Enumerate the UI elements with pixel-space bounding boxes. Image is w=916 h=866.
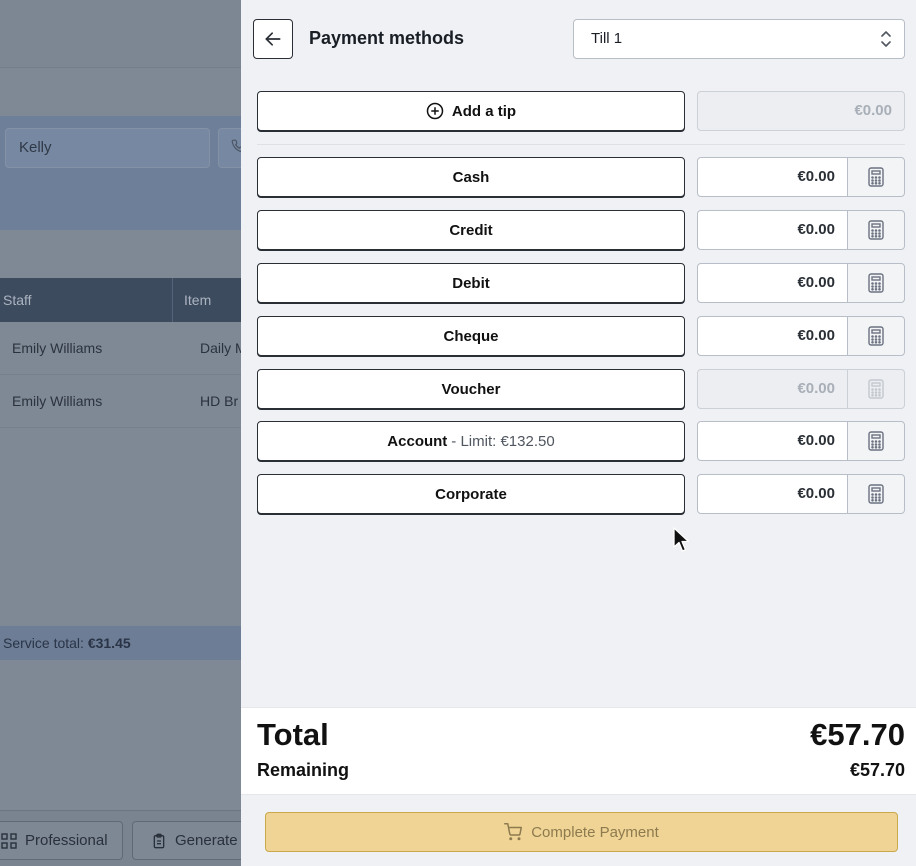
account-calculator-button[interactable] — [847, 421, 905, 461]
bg-table-row: Emily Williams HD Br — [0, 375, 241, 428]
bg-row-staff: Emily Williams — [12, 340, 103, 356]
bg-row-item: HD Br — [200, 393, 239, 409]
bg-row-staff: Emily Williams — [12, 393, 103, 409]
add-tip-label: Add a tip — [451, 102, 517, 120]
cheque-calculator-button[interactable] — [847, 316, 905, 356]
grid-icon — [1, 832, 17, 849]
payment-method-label: Debit — [452, 274, 490, 292]
payment-method-cash-button[interactable]: Cash — [257, 157, 685, 197]
back-button[interactable] — [253, 19, 293, 59]
bg-table-row: Emily Williams Daily M — [0, 322, 241, 375]
add-tip-button[interactable]: Add a tip — [257, 91, 685, 131]
payment-method-label: Corporate — [435, 485, 507, 503]
calculator-icon — [868, 167, 884, 187]
calculator-icon — [868, 379, 884, 399]
corporate-amount-field[interactable]: €0.00 — [697, 474, 848, 514]
bg-service-total-label: Service total: — [3, 635, 84, 651]
total-label: Total — [257, 717, 329, 752]
plus-circle-icon — [426, 102, 444, 120]
calculator-icon — [868, 273, 884, 293]
complete-payment-button[interactable]: Complete Payment — [265, 812, 898, 852]
calculator-icon — [868, 431, 884, 451]
background-app: Kelly Staff Item Emily Williams Daily M … — [0, 0, 241, 866]
divider — [257, 144, 905, 145]
bg-header-item: Item — [184, 292, 212, 308]
payment-method-account-button[interactable]: Account - Limit: €132.50 — [257, 421, 685, 461]
payment-method-label: Cash — [452, 168, 490, 186]
bg-service-total-value: €31.45 — [87, 635, 131, 651]
cash-amount-field[interactable]: €0.00 — [697, 157, 848, 197]
payment-method-label: Account — [387, 432, 448, 450]
calculator-icon — [868, 326, 884, 346]
calculator-icon — [868, 484, 884, 504]
calculator-icon — [868, 220, 884, 240]
account-limit-text: - Limit: €132.50 — [451, 432, 555, 450]
tip-amount-field: €0.00 — [697, 91, 905, 131]
cheque-amount-field[interactable]: €0.00 — [697, 316, 848, 356]
credit-calculator-button[interactable] — [847, 210, 905, 250]
bg-phone-field — [218, 128, 241, 168]
bg-professional-label: Professional — [25, 832, 108, 849]
total-value: €57.70 — [810, 717, 905, 752]
bg-header-staff: Staff — [3, 292, 32, 308]
till-select-value: Till 1 — [591, 30, 623, 47]
bg-header-divider — [172, 278, 173, 322]
cash-calculator-button[interactable] — [847, 157, 905, 197]
bg-generate-button: Generate — [132, 821, 241, 860]
clipboard-icon — [153, 833, 165, 848]
payment-method-corporate-button[interactable]: Corporate — [257, 474, 685, 514]
remaining-label: Remaining — [257, 760, 350, 780]
payment-method-credit-button[interactable]: Credit — [257, 210, 685, 250]
debit-calculator-button[interactable] — [847, 263, 905, 303]
bg-customer-name-field: Kelly — [5, 128, 210, 168]
bg-generate-label: Generate — [175, 832, 238, 849]
bg-row-item: Daily M — [200, 340, 241, 356]
payment-method-cheque-button[interactable]: Cheque — [257, 316, 685, 356]
account-amount-field[interactable]: €0.00 — [697, 421, 848, 461]
totals-section: Total €57.70 Remaining €57.70 — [241, 707, 916, 795]
payment-method-debit-button[interactable]: Debit — [257, 263, 685, 303]
voucher-amount-field: €0.00 — [697, 369, 848, 409]
complete-payment-label: Complete Payment — [531, 823, 659, 841]
chevron-up-down-icon — [881, 31, 891, 47]
page-title: Payment methods — [309, 28, 465, 48]
till-select[interactable]: Till 1 — [573, 19, 905, 59]
payment-method-label: Credit — [449, 221, 493, 239]
bg-top-bar — [0, 0, 241, 68]
payment-method-voucher-button[interactable]: Voucher — [257, 369, 685, 409]
phone-icon — [231, 139, 241, 153]
bg-table-header: Staff Item — [0, 278, 241, 322]
cart-icon — [504, 823, 523, 841]
voucher-calculator-button — [847, 369, 905, 409]
payment-panel: Payment methods Till 1 Add a tip €0.00 C… — [241, 0, 916, 866]
credit-amount-field[interactable]: €0.00 — [697, 210, 848, 250]
corporate-calculator-button[interactable] — [847, 474, 905, 514]
bg-professional-button: Professional — [0, 821, 123, 860]
payment-method-label: Voucher — [441, 380, 501, 398]
remaining-value: €57.70 — [849, 760, 905, 780]
debit-amount-field[interactable]: €0.00 — [697, 263, 848, 303]
arrow-left-icon — [265, 32, 281, 46]
bg-service-total: Service total: €31.45 — [0, 626, 241, 660]
mouse-cursor-icon — [673, 527, 690, 552]
payment-method-label: Cheque — [443, 327, 499, 345]
